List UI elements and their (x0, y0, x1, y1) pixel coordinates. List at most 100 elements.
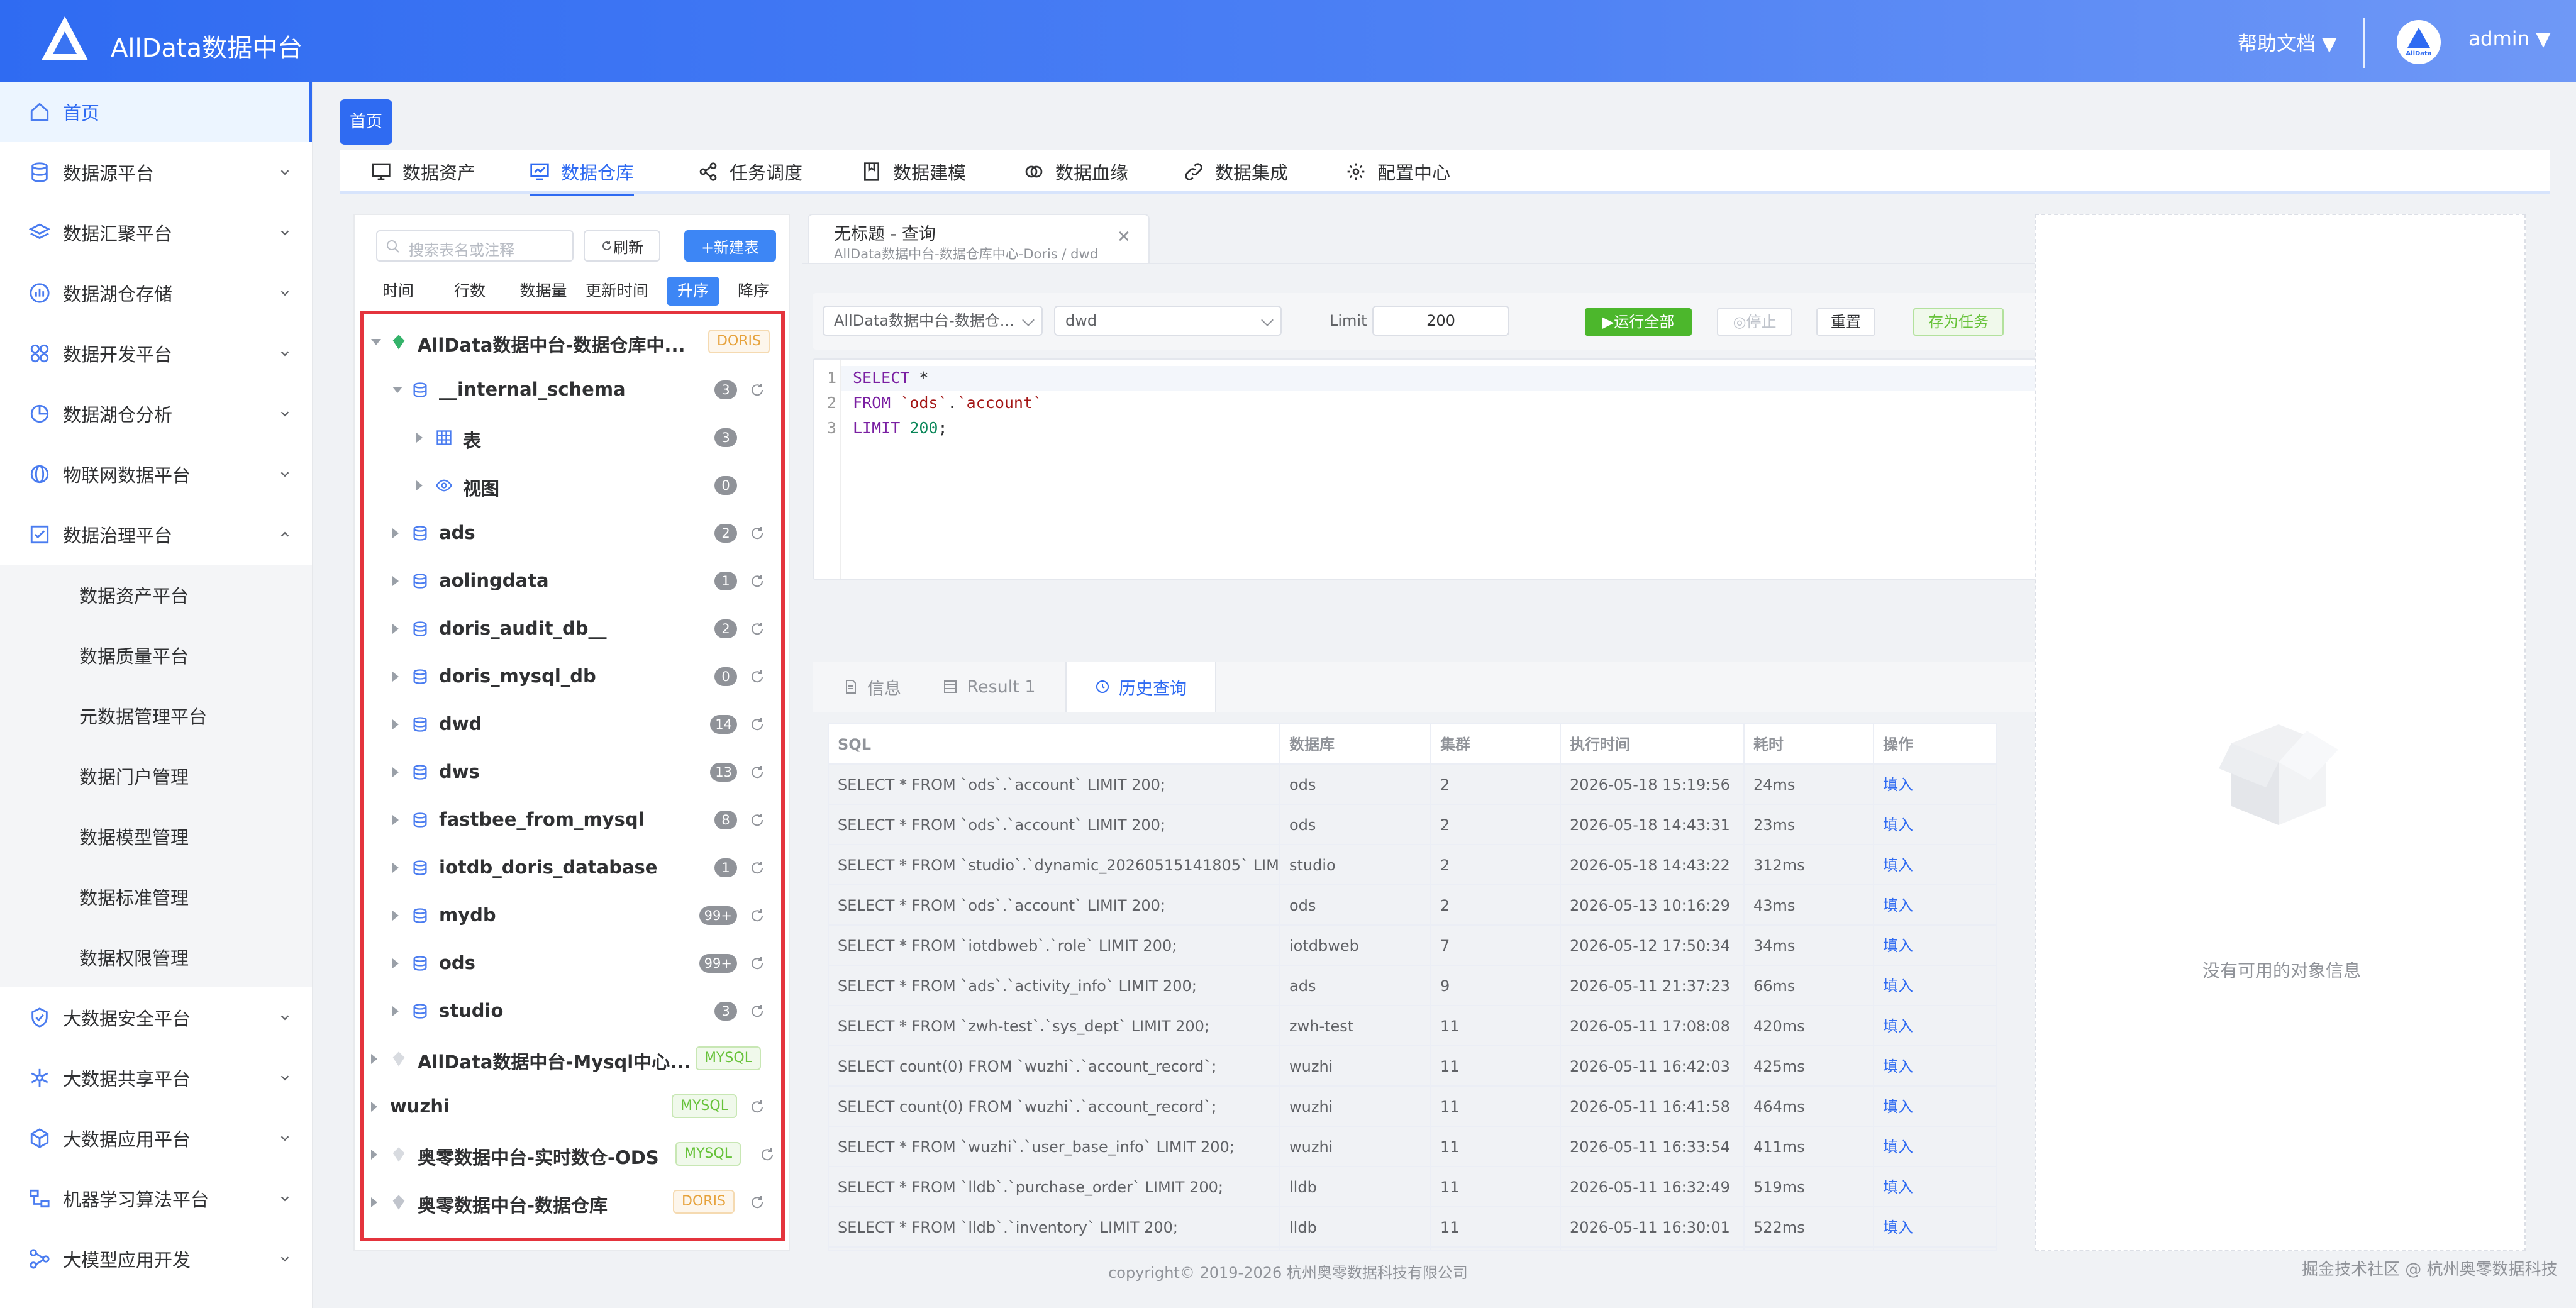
tab-warehouse[interactable]: 数据仓库 (530, 150, 635, 196)
caret-right-icon[interactable] (416, 480, 423, 490)
sidebar-subitem[interactable]: 数据模型管理 (0, 806, 312, 867)
sort-option[interactable]: 行数 (441, 277, 498, 306)
refresh-icon[interactable] (750, 765, 765, 780)
fill-in-link[interactable]: 填入 (1874, 926, 1996, 966)
tree-node[interactable]: __internal_schema 3 (364, 366, 781, 414)
refresh-icon[interactable] (750, 1099, 765, 1114)
save-as-task-button[interactable]: 存为任务 (1913, 308, 2004, 336)
caret-right-icon[interactable] (371, 1150, 377, 1160)
tree-node[interactable]: mydb 99+ (364, 892, 781, 939)
reset-button[interactable]: 重置 (1816, 308, 1875, 336)
sidebar-item[interactable]: 大数据应用平台 (0, 1108, 312, 1168)
fill-in-link[interactable]: 填入 (1874, 1046, 1996, 1087)
tree-node[interactable]: dws 13 (364, 748, 781, 796)
sidebar-item[interactable]: 数据治理平台 (0, 504, 312, 565)
sort-option[interactable]: 更新时间 (582, 277, 652, 306)
sort-option[interactable]: 降序 (728, 277, 779, 306)
fill-in-link[interactable]: 填入 (1874, 1006, 1996, 1046)
tree-node[interactable]: 视图 0 (364, 462, 781, 509)
tree-node[interactable]: doris_audit_db__ 2 (364, 605, 781, 653)
sidebar-subitem[interactable]: 数据资产平台 (0, 565, 312, 625)
sidebar-subitem[interactable]: 数据标准管理 (0, 867, 312, 927)
run-all-button[interactable]: ▶运行全部 (1585, 308, 1692, 336)
caret-down-icon[interactable] (371, 339, 381, 345)
refresh-icon[interactable] (750, 574, 765, 589)
caret-right-icon[interactable] (392, 911, 399, 921)
sidebar-item[interactable]: 大数据安全平台 (0, 987, 312, 1048)
fill-in-link[interactable]: 填入 (1874, 1127, 1996, 1167)
result-tab[interactable]: 信息 (825, 662, 919, 712)
tab-bookmark[interactable]: 数据建模 (862, 150, 966, 194)
refresh-icon[interactable] (750, 669, 765, 684)
sidebar-item[interactable]: 首页 (0, 82, 312, 142)
fill-in-link[interactable]: 填入 (1874, 805, 1996, 845)
fill-in-link[interactable]: 填入 (1874, 1248, 1996, 1250)
sidebar-subitem[interactable]: 数据权限管理 (0, 927, 312, 987)
tree-node[interactable]: AllData数据中台-数据仓库中... DORIS (364, 318, 781, 366)
result-tab[interactable]: 历史查询 (1065, 662, 1216, 712)
refresh-button[interactable]: 刷新 (584, 230, 660, 262)
refresh-icon[interactable] (750, 812, 765, 828)
datasource-select[interactable]: AllData数据中台-数据仓... (823, 306, 1043, 336)
sidebar-item[interactable]: 数据湖仓分析 (0, 384, 312, 444)
sidebar-item[interactable]: 大数据共享平台 (0, 1048, 312, 1108)
refresh-icon[interactable] (750, 382, 765, 397)
tree-node[interactable]: studio 3 (364, 987, 781, 1035)
tab-monitor[interactable]: 数据资产 (371, 150, 475, 194)
caret-right-icon[interactable] (392, 672, 399, 682)
caret-right-icon[interactable] (392, 719, 399, 729)
tree-node[interactable]: 奥零数据中台-实时数仓-ODS MYSQL (364, 1131, 781, 1178)
refresh-icon[interactable] (760, 1147, 775, 1162)
fill-in-link[interactable]: 填入 (1874, 1207, 1996, 1248)
tree-node[interactable]: ods 99+ (364, 939, 781, 987)
sidebar-subitem[interactable]: 元数据管理平台 (0, 685, 312, 746)
sidebar-subitem[interactable]: 数据质量平台 (0, 625, 312, 685)
stop-button[interactable]: ◎停止 (1717, 308, 1792, 336)
tree-node[interactable]: wuzhi MYSQL (364, 1083, 781, 1131)
sidebar-item[interactable]: 数据湖仓存储 (0, 263, 312, 323)
tab-share-nodes[interactable]: 任务调度 (698, 150, 802, 194)
tree-node[interactable]: ads 2 (364, 509, 781, 557)
sort-option[interactable]: 数据量 (512, 277, 575, 306)
home-tag[interactable]: 首页 (340, 99, 392, 145)
user-menu[interactable]: admin ▼ (2468, 28, 2551, 50)
refresh-icon[interactable] (750, 717, 765, 732)
tree-node[interactable]: fastbee_from_mysql 8 (364, 796, 781, 844)
sidebar-item[interactable]: 物联网数据平台 (0, 444, 312, 504)
sidebar-item[interactable]: 数据汇聚平台 (0, 202, 312, 263)
caret-right-icon[interactable] (392, 1006, 399, 1016)
tree-node[interactable]: 表3 (364, 414, 781, 462)
caret-right-icon[interactable] (371, 1102, 377, 1112)
caret-right-icon[interactable] (392, 576, 399, 586)
caret-right-icon[interactable] (392, 624, 399, 634)
fill-in-link[interactable]: 填入 (1874, 845, 1996, 885)
refresh-icon[interactable] (750, 1195, 765, 1210)
refresh-icon[interactable] (750, 1004, 765, 1019)
avatar[interactable]: AllData (2397, 20, 2441, 64)
fill-in-link[interactable]: 填入 (1874, 1087, 1996, 1127)
sidebar-subitem[interactable]: 数据门户管理 (0, 746, 312, 806)
refresh-icon[interactable] (750, 621, 765, 636)
caret-right-icon[interactable] (371, 1054, 377, 1064)
refresh-icon[interactable] (750, 860, 765, 875)
tab-gear[interactable]: 配置中心 (1346, 150, 1450, 194)
caret-right-icon[interactable] (392, 863, 399, 873)
caret-right-icon[interactable] (416, 433, 423, 443)
caret-right-icon[interactable] (392, 815, 399, 825)
caret-right-icon[interactable] (392, 958, 399, 968)
caret-down-icon[interactable] (392, 387, 402, 393)
refresh-icon[interactable] (750, 956, 765, 971)
search-input[interactable]: 搜索表名或注释 (376, 230, 574, 262)
fill-in-link[interactable]: 填入 (1874, 1167, 1996, 1207)
fill-in-link[interactable]: 填入 (1874, 765, 1996, 805)
database-select[interactable]: dwd (1054, 306, 1282, 336)
caret-right-icon[interactable] (371, 1197, 377, 1207)
tree-node[interactable]: 奥零数据中台-数据仓库 DORIS (364, 1178, 781, 1226)
sort-option[interactable]: 升序 (667, 277, 719, 306)
help-docs-menu[interactable]: 帮助文档 ▼ (2238, 28, 2337, 56)
refresh-icon[interactable] (750, 908, 765, 923)
tree-node[interactable]: dwd 14 (364, 701, 781, 748)
caret-right-icon[interactable] (392, 528, 399, 538)
sidebar-item[interactable]: 数据源平台 (0, 142, 312, 202)
tree-node[interactable]: doris_mysql_db 0 (364, 653, 781, 701)
